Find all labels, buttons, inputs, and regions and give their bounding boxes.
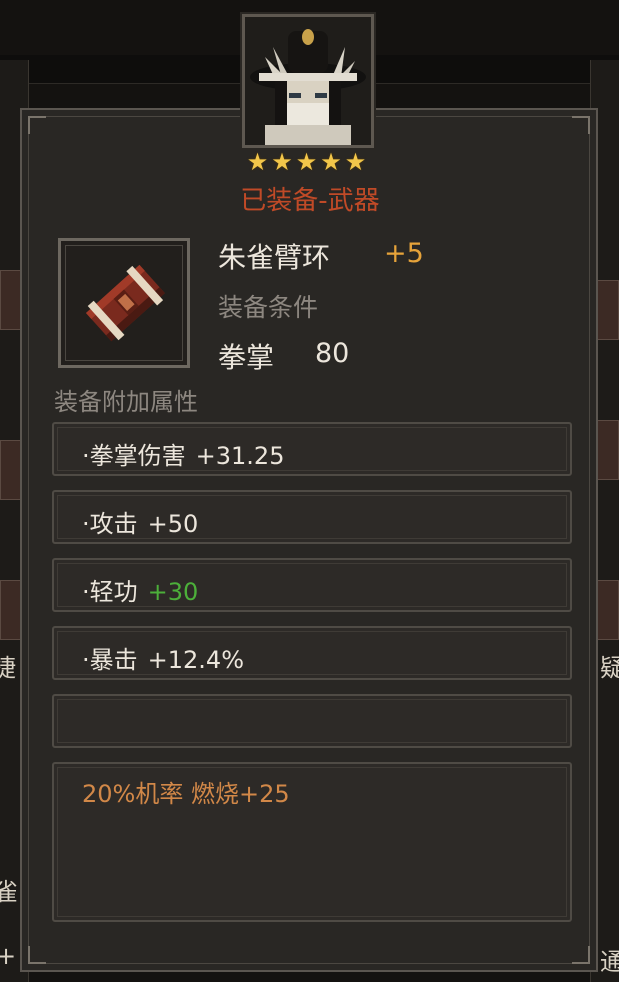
left-edge-item[interactable] bbox=[0, 580, 22, 640]
star-rating: ★★★★★ bbox=[246, 148, 370, 176]
special-effect-text: 20%机率 燃烧+25 bbox=[82, 780, 290, 808]
item-enhance-level: +5 bbox=[384, 238, 424, 269]
requirement-stat: 拳掌 bbox=[218, 341, 275, 374]
attribute-name: ·攻击 bbox=[82, 510, 138, 538]
attribute-name: ·暴击 bbox=[82, 646, 138, 674]
bracer-icon[interactable] bbox=[58, 238, 190, 368]
attribute-value: +12.4% bbox=[147, 646, 244, 674]
attribute-row: ·攻击 +50 bbox=[52, 490, 572, 544]
attribute-value: +50 bbox=[147, 510, 199, 538]
item-name: 朱雀臂环 bbox=[218, 241, 331, 274]
attribute-row: ·拳掌伤害 +31.25 bbox=[52, 422, 572, 476]
right-edge-item[interactable] bbox=[597, 280, 619, 340]
attribute-value: +31.25 bbox=[195, 442, 285, 470]
special-effect-box: 20%机率 燃烧+25 bbox=[52, 762, 572, 922]
panel-corner-ornament bbox=[28, 946, 46, 964]
right-edge-item[interactable] bbox=[597, 420, 619, 480]
left-edge-label: 雀 bbox=[0, 878, 18, 906]
character-portrait-icon[interactable] bbox=[242, 14, 374, 148]
panel-corner-ornament bbox=[572, 946, 590, 964]
right-edge-item[interactable] bbox=[597, 580, 619, 640]
attribute-row: ·暴击 +12.4% bbox=[52, 626, 572, 680]
equipped-slot-label: 已装备-武器 bbox=[240, 186, 380, 216]
requirement-label: 装备条件 bbox=[218, 293, 319, 322]
left-edge-item[interactable] bbox=[0, 440, 22, 500]
attributes-title: 装备附加属性 bbox=[54, 388, 198, 416]
left-edge-item[interactable] bbox=[0, 270, 22, 330]
attribute-row: ·轻功 +30 bbox=[52, 558, 572, 612]
attribute-name: ·拳掌伤害 bbox=[82, 442, 186, 470]
panel-corner-ornament bbox=[28, 116, 46, 134]
attribute-row-empty bbox=[52, 694, 572, 748]
left-edge-label: + bbox=[0, 942, 17, 970]
panel-corner-ornament bbox=[572, 116, 590, 134]
right-edge-label: 通 bbox=[600, 948, 619, 976]
right-edge-label: 疑 bbox=[600, 654, 619, 682]
requirement-value: 80 bbox=[315, 338, 350, 369]
left-edge-label: 捷 bbox=[0, 654, 16, 682]
attribute-value: +30 bbox=[147, 578, 199, 606]
attribute-name: ·轻功 bbox=[82, 578, 138, 606]
